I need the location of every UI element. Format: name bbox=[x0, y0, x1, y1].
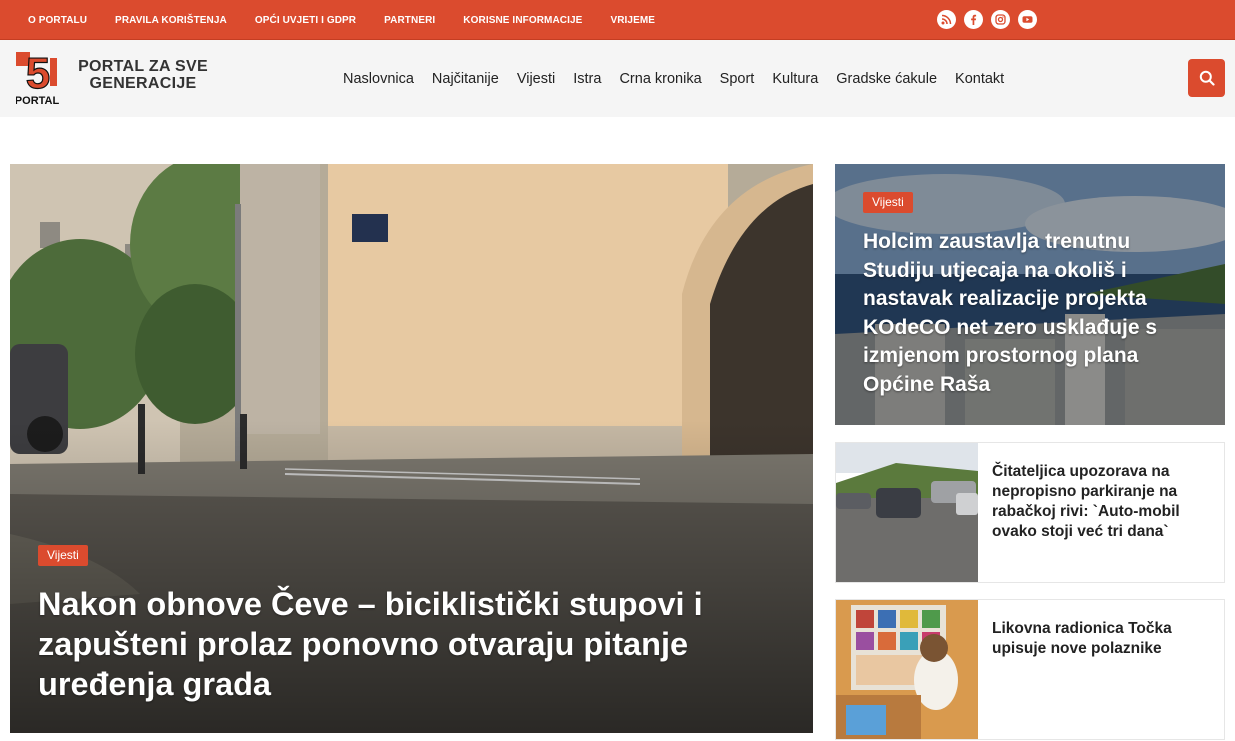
top-link-pravila[interactable]: PRAVILA KORIŠTENJA bbox=[115, 15, 227, 26]
search-icon bbox=[1199, 70, 1215, 86]
side-feature-category-badge[interactable]: Vijesti bbox=[863, 192, 913, 213]
facebook-icon[interactable] bbox=[964, 10, 983, 29]
youtube-icon[interactable] bbox=[1018, 10, 1037, 29]
top-link-vrijeme[interactable]: VRIJEME bbox=[610, 15, 655, 26]
news-card[interactable]: Likovna radionica Točka upisuje nove pol… bbox=[835, 599, 1225, 740]
site-name-line1: PORTAL ZA SVE bbox=[78, 58, 208, 75]
news-card-thumbnail[interactable] bbox=[836, 600, 978, 739]
nav-crna-kronika[interactable]: Crna kronika bbox=[619, 71, 701, 87]
logo-word: PORTAL bbox=[16, 95, 59, 106]
top-bar: O PORTALU PRAVILA KORIŠTENJA OPĆI UVJETI… bbox=[0, 0, 1235, 40]
top-link-partneri[interactable]: PARTNERI bbox=[384, 15, 435, 26]
nav-gradske-cakule[interactable]: Gradske ćakule bbox=[836, 71, 937, 87]
site-header: 5 PORTAL PORTAL ZA SVE GENERACIJE Naslov… bbox=[0, 40, 1235, 117]
logo-number: 5 bbox=[26, 52, 50, 98]
nav-sport[interactable]: Sport bbox=[720, 71, 755, 87]
top-link-o-portalu[interactable]: O PORTALU bbox=[28, 15, 87, 26]
nav-naslovnica[interactable]: Naslovnica bbox=[343, 71, 414, 87]
hero-article[interactable]: Vijesti Nakon obnove Čeve – biciklističk… bbox=[10, 164, 813, 733]
nav-kontakt[interactable]: Kontakt bbox=[955, 71, 1004, 87]
top-link-gdpr[interactable]: OPĆI UVJETI I GDPR bbox=[255, 15, 356, 26]
site-name-line2: GENERACIJE bbox=[89, 75, 197, 92]
news-card[interactable]: Čitateljica upozorava na nepropisno park… bbox=[835, 442, 1225, 583]
side-feature-title[interactable]: Holcim zaustavlja trenutnu Studiju utjec… bbox=[863, 228, 1203, 399]
main-nav: Naslovnica Najčitanije Vijesti Istra Crn… bbox=[336, 40, 1015, 117]
site-logo[interactable]: 5 PORTAL bbox=[15, 48, 60, 107]
nav-najcitanije[interactable]: Najčitanije bbox=[432, 71, 499, 87]
news-card-thumbnail[interactable] bbox=[836, 443, 978, 582]
search-button[interactable] bbox=[1188, 59, 1225, 97]
nav-istra[interactable]: Istra bbox=[573, 71, 601, 87]
news-card-title[interactable]: Likovna radionica Točka upisuje nove pol… bbox=[992, 619, 1207, 659]
hero-category-badge[interactable]: Vijesti bbox=[38, 545, 88, 566]
social-icons bbox=[937, 10, 1037, 29]
side-feature-article[interactable]: Vijesti Holcim zaustavlja trenutnu Studi… bbox=[835, 164, 1225, 425]
rss-icon[interactable] bbox=[937, 10, 956, 29]
news-card-title[interactable]: Čitateljica upozorava na nepropisno park… bbox=[992, 462, 1207, 542]
instagram-icon[interactable] bbox=[991, 10, 1010, 29]
nav-kultura[interactable]: Kultura bbox=[772, 71, 818, 87]
hero-title[interactable]: Nakon obnove Čeve – biciklistički stupov… bbox=[38, 584, 758, 704]
top-link-korisne-informacije[interactable]: KORISNE INFORMACIJE bbox=[463, 15, 582, 26]
nav-vijesti[interactable]: Vijesti bbox=[517, 71, 555, 87]
site-name[interactable]: PORTAL ZA SVE GENERACIJE bbox=[68, 58, 218, 92]
top-nav: O PORTALU PRAVILA KORIŠTENJA OPĆI UVJETI… bbox=[14, 0, 669, 40]
